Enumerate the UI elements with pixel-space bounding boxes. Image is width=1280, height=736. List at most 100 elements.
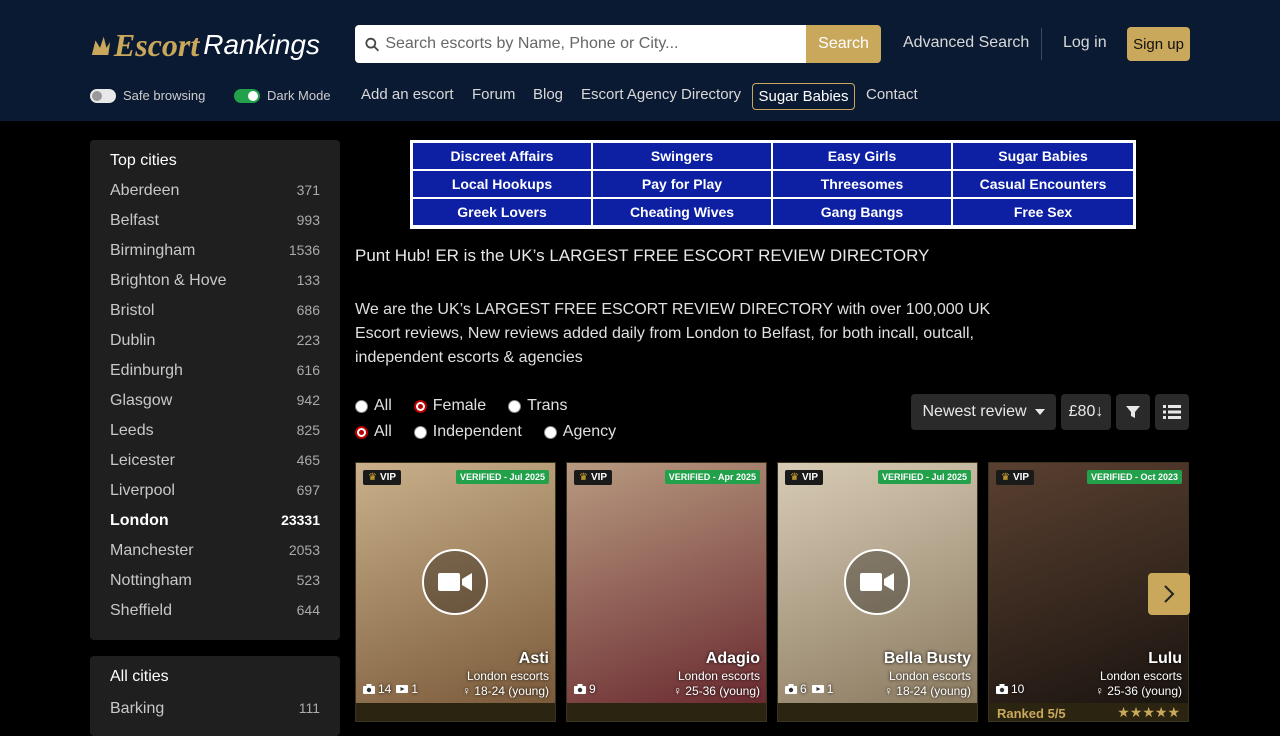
city-count: 697 xyxy=(296,482,320,498)
filter-button[interactable] xyxy=(1116,394,1150,430)
type-radio-all[interactable]: All xyxy=(355,423,392,441)
media-counts: 14 1 xyxy=(363,682,418,696)
city-item[interactable]: Aberdeen 371 xyxy=(110,182,320,200)
city-count: 371 xyxy=(296,182,320,198)
search-button[interactable]: Search xyxy=(806,25,881,63)
escort-name: Asti xyxy=(518,650,549,667)
price-sort-button[interactable]: £80↓ xyxy=(1061,394,1111,430)
video-camera-icon xyxy=(438,573,472,591)
carousel-next-button[interactable] xyxy=(1148,573,1190,615)
dark-mode-toggle[interactable]: Dark Mode xyxy=(234,88,331,103)
signup-button[interactable]: Sign up xyxy=(1127,27,1190,61)
city-item[interactable]: Leicester 465 xyxy=(110,452,320,470)
nav-agency-directory[interactable]: Escort Agency Directory xyxy=(581,86,741,103)
star-rating: ★★★★★ xyxy=(1117,704,1180,720)
city-item[interactable]: Leeds 825 xyxy=(110,422,320,440)
escort-age: ♀ 25-36 (young) xyxy=(1095,684,1182,698)
photo-count: 10 xyxy=(1011,682,1025,696)
gender-radio-female[interactable]: Female xyxy=(413,397,486,415)
escort-card[interactable]: ♛ VIP VERIFIED - Jul 2025 Bella Busty London… xyxy=(777,462,978,722)
list-view-button[interactable] xyxy=(1155,394,1189,430)
city-name: Leeds xyxy=(110,422,154,439)
city-name: Brighton & Hove xyxy=(110,272,227,289)
radio-button[interactable] xyxy=(355,425,368,439)
city-item[interactable]: Sheffield 644 xyxy=(110,602,320,620)
sort-dropdown[interactable]: Newest review xyxy=(911,394,1056,430)
banner-link[interactable]: Easy Girls xyxy=(773,143,951,169)
city-item[interactable]: Manchester 2053 xyxy=(110,542,320,560)
search-input[interactable] xyxy=(385,35,806,53)
escort-card[interactable]: ♛ VIP VERIFIED - Apr 2025 Adagio London esco… xyxy=(566,462,767,722)
site-header: Escort Rankings Search Advanced Search L… xyxy=(0,0,1280,121)
banner-link[interactable]: Local Hookups xyxy=(413,171,591,197)
city-item[interactable]: Belfast 993 xyxy=(110,212,320,230)
banner-link[interactable]: Gang Bangs xyxy=(773,199,951,225)
radio-label: All xyxy=(374,423,392,440)
login-link[interactable]: Log in xyxy=(1063,34,1107,52)
banner-link[interactable]: Cheating Wives xyxy=(593,199,771,225)
city-item[interactable]: Birmingham 1536 xyxy=(110,242,320,260)
nav-add-escort[interactable]: Add an escort xyxy=(361,86,454,103)
toggle-switch[interactable] xyxy=(234,88,260,103)
radio-button[interactable] xyxy=(413,425,427,439)
banner-link[interactable]: Greek Lovers xyxy=(413,199,591,225)
escort-name: Bella Busty xyxy=(883,650,971,667)
nav-blog[interactable]: Blog xyxy=(533,86,563,103)
escort-card[interactable]: ♛ VIP VERIFIED - Jul 2025 Asti London escort… xyxy=(355,462,556,722)
radio-label: All xyxy=(374,397,392,414)
type-filter: All Independent Agency xyxy=(355,423,638,441)
toggle-switch[interactable] xyxy=(90,88,116,103)
escort-name: Adagio xyxy=(705,650,760,667)
nav-forum[interactable]: Forum xyxy=(472,86,515,103)
banner-link[interactable]: Pay for Play xyxy=(593,171,771,197)
camera-icon xyxy=(996,684,1008,694)
chevron-right-icon xyxy=(1164,585,1175,603)
header-divider xyxy=(1041,28,1042,60)
video-play-button[interactable] xyxy=(422,549,488,615)
city-count: 223 xyxy=(296,332,320,348)
person-icon: ♀ xyxy=(883,684,893,698)
city-item[interactable]: Bristol 686 xyxy=(110,302,320,320)
city-item[interactable]: Brighton & Hove 133 xyxy=(110,272,320,290)
city-name: Barking xyxy=(110,700,165,717)
city-count: 523 xyxy=(296,572,320,588)
age-text: 25-36 (young) xyxy=(685,684,760,698)
city-name: London xyxy=(110,512,169,529)
banner-link[interactable]: Swingers xyxy=(593,143,771,169)
radio-button[interactable] xyxy=(355,399,368,413)
gender-radio-all[interactable]: All xyxy=(355,397,392,415)
nav-contact[interactable]: Contact xyxy=(866,86,918,103)
city-item[interactable]: Barking 111 xyxy=(110,700,320,718)
page-heading: Punt Hub! ER is the UK’s LARGEST FREE ES… xyxy=(355,246,930,265)
city-item[interactable]: Glasgow 942 xyxy=(110,392,320,410)
nav-sugar-babies[interactable]: Sugar Babies xyxy=(752,83,855,110)
city-item[interactable]: London 23331 xyxy=(110,512,320,530)
safe-browsing-toggle[interactable]: Safe browsing xyxy=(90,88,205,103)
banner-link[interactable]: Free Sex xyxy=(953,199,1133,225)
banner-link[interactable]: Threesomes xyxy=(773,171,951,197)
type-radio-independent[interactable]: Independent xyxy=(413,423,522,441)
city-count: 133 xyxy=(296,272,320,288)
vip-label: VIP xyxy=(801,472,819,483)
site-logo[interactable]: Escort Rankings xyxy=(90,24,320,66)
city-item[interactable]: Liverpool 697 xyxy=(110,482,320,500)
person-icon: ♀ xyxy=(461,684,471,698)
photo-count: 14 xyxy=(378,682,392,696)
gender-radio-trans[interactable]: Trans xyxy=(508,397,567,415)
radio-button[interactable] xyxy=(413,399,427,413)
type-radio-agency[interactable]: Agency xyxy=(543,423,616,441)
city-item[interactable]: Nottingham 523 xyxy=(110,572,320,590)
banner-link[interactable]: Casual Encounters xyxy=(953,171,1133,197)
city-item[interactable]: Edinburgh 616 xyxy=(110,362,320,380)
escort-name: Lulu xyxy=(1148,650,1182,667)
vip-badge: ♛ VIP xyxy=(574,470,613,485)
radio-button[interactable] xyxy=(543,425,557,439)
banner-link[interactable]: Discreet Affairs xyxy=(413,143,591,169)
advanced-search-link[interactable]: Advanced Search xyxy=(903,34,1029,52)
video-play-button[interactable] xyxy=(844,549,910,615)
city-item[interactable]: Dublin 223 xyxy=(110,332,320,350)
radio-button[interactable] xyxy=(508,399,522,413)
banner-link[interactable]: Sugar Babies xyxy=(953,143,1133,169)
verified-badge: VERIFIED - Jul 2025 xyxy=(455,470,549,484)
media-counts: 9 xyxy=(574,682,596,696)
